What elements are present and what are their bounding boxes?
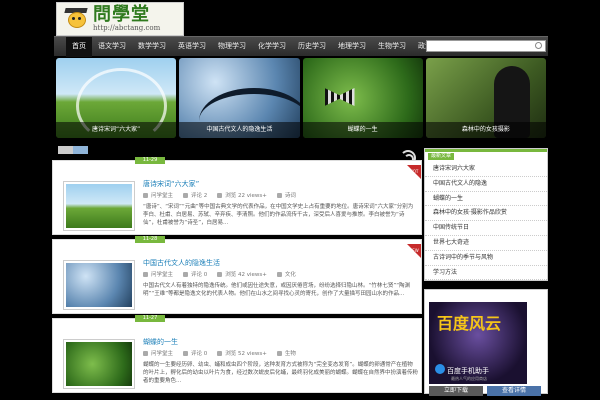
sidebar-link[interactable]: 蝴蝶的一生 — [425, 192, 547, 207]
nav-item-home[interactable]: 首页 — [66, 36, 92, 57]
widget-title: 最新文章 — [428, 153, 455, 160]
details-button[interactable]: 查看详情 — [487, 386, 541, 397]
comment-icon — [183, 271, 189, 277]
post-comments[interactable]: 评论 0 — [191, 270, 207, 278]
post-views: 浏览 52 views+ — [225, 351, 267, 357]
new-badge: NEW — [407, 244, 421, 258]
main-nav: 首页 语文学习 数学学习 英语学习 物理学习 化学学习 历史学习 地理学习 生物… — [54, 36, 548, 57]
comment-icon — [183, 192, 189, 198]
sidebar: 最新文章 唐诗宋词六大家 中国古代文人的隐逸 蝴蝶的一生 森林中的女孩·摄影作品… — [424, 148, 548, 397]
search-input[interactable] — [426, 40, 546, 52]
slide-2[interactable]: 中国古代文人的隐逸生活 — [179, 58, 300, 138]
slider-pager[interactable] — [58, 146, 88, 154]
nav-item-5[interactable]: 化学学习 — [252, 37, 292, 57]
logo-title: 問學堂 — [93, 4, 150, 25]
tag-icon — [276, 271, 282, 277]
post-thumbnail[interactable] — [63, 339, 135, 389]
ad-headline: 百度风云 — [437, 314, 502, 334]
post-excerpt: 蝴蝶的一生要经历卵、幼虫、蛹和成虫四个阶段，这种发育方式被称为“完全变态发育”。… — [143, 362, 419, 384]
post-excerpt: 中国古代文人有着独特的隐逸传统。他们或因仕途失意，或因厌倦官场，纷纷选择归隐山林… — [143, 283, 411, 297]
post-thumbnail[interactable] — [63, 181, 135, 231]
nav-item-3[interactable]: 英语学习 — [172, 37, 212, 57]
comment-icon — [183, 350, 189, 356]
post-card: 11-27 蝴蝶的一生 问学堂主 评论 0 浏览 52 views+ 生物 蝴蝶… — [52, 315, 422, 393]
post-comments[interactable]: 评论 2 — [191, 191, 207, 199]
search-icon[interactable] — [535, 42, 542, 49]
post-author[interactable]: 问学堂主 — [151, 349, 173, 357]
slide-caption: 蝴蝶的一生 — [302, 122, 423, 138]
app-logo-icon — [435, 364, 445, 375]
post-comments[interactable]: 评论 0 — [191, 349, 207, 357]
nav-item-2[interactable]: 数学学习 — [132, 37, 172, 57]
eye-icon — [217, 271, 223, 277]
site-logo[interactable]: 問學堂 http://abctang.com — [56, 2, 184, 36]
slide-4[interactable]: 森林中的女孩摄影 — [425, 58, 546, 138]
user-icon — [143, 350, 148, 356]
post-title[interactable]: 唐诗宋词“六大家” — [143, 179, 199, 189]
slide-3[interactable]: 蝴蝶的一生 — [302, 58, 423, 138]
logo-url: http://abctang.com — [93, 24, 161, 32]
ad-app-name: 百度手机助手 — [447, 367, 489, 376]
butterfly-image — [324, 88, 355, 106]
post-title[interactable]: 中国古代文人的隐逸生活 — [143, 258, 220, 268]
eye-icon — [217, 350, 223, 356]
post-title[interactable]: 蝴蝶的一生 — [143, 337, 178, 347]
slide-caption: 森林中的女孩摄影 — [425, 122, 546, 138]
post-date: 11-28 — [135, 236, 165, 243]
tag-icon — [276, 192, 282, 198]
ad-tagline: 最热人气的应用商店 — [451, 376, 487, 382]
post-author[interactable]: 问学堂主 — [151, 191, 173, 199]
mascot-icon — [63, 6, 89, 32]
nav-item-4[interactable]: 物理学习 — [212, 37, 252, 57]
post-excerpt: “唐诗”、“宋词”“元曲”等中国古典文学的代表作品，在中国文学史上占有重要的地位… — [143, 204, 414, 226]
featured-slider: 唐诗宋词“六大家” 中国古代文人的隐逸生活 蝴蝶的一生 森林中的女孩摄影 — [56, 58, 546, 138]
sidebar-link[interactable]: 中国传统节日 — [425, 221, 547, 236]
user-icon — [143, 271, 148, 277]
tag-icon — [276, 350, 282, 356]
post-tag[interactable]: 生物 — [285, 349, 296, 357]
nav-item-1[interactable]: 语文学习 — [92, 37, 132, 57]
download-button[interactable]: 立即下载 — [429, 386, 483, 397]
sidebar-link[interactable]: 中国古代文人的隐逸 — [425, 177, 547, 192]
post-card: 11-28 NEW 中国古代文人的隐逸生活 问学堂主 评论 0 浏览 42 vi… — [52, 236, 422, 314]
ad-widget: 百度风云 百度手机助手 最热人气的应用商店 立即下载 查看详情 — [424, 289, 548, 397]
nav-item-8[interactable]: 生物学习 — [372, 37, 412, 57]
user-icon — [143, 192, 148, 198]
nav-item-7[interactable]: 地理学习 — [332, 37, 372, 57]
sidebar-link[interactable]: 森林中的女孩·摄影作品欣赏 — [425, 206, 547, 222]
post-meta: 问学堂主 评论 0 浏览 42 views+ 文化 — [143, 270, 296, 278]
slide-caption: 中国古代文人的隐逸生活 — [179, 122, 300, 138]
sidebar-link[interactable]: 世界七大奇迹 — [425, 236, 547, 251]
sidebar-link[interactable]: 古诗词中的季节与风物 — [425, 251, 547, 266]
eye-icon — [217, 192, 223, 198]
post-card: 11-29 HOT 唐诗宋词“六大家” 问学堂主 评论 2 浏览 22 view… — [52, 157, 422, 235]
sidebar-link[interactable]: 学习方法 — [425, 266, 547, 281]
post-views: 浏览 42 views+ — [225, 272, 267, 278]
nav-item-6[interactable]: 历史学习 — [292, 37, 332, 57]
post-tag[interactable]: 文化 — [285, 270, 296, 278]
slide-caption: 唐诗宋词“六大家” — [56, 122, 177, 138]
post-views: 浏览 22 views+ — [225, 193, 267, 199]
slide-1[interactable]: 唐诗宋词“六大家” — [56, 58, 177, 138]
post-date: 11-27 — [135, 315, 165, 322]
post-meta: 问学堂主 评论 0 浏览 52 views+ 生物 — [143, 349, 296, 357]
recent-posts-widget: 最新文章 唐诗宋词六大家 中国古代文人的隐逸 蝴蝶的一生 森林中的女孩·摄影作品… — [424, 148, 548, 282]
post-date: 11-29 — [135, 157, 165, 164]
post-meta: 问学堂主 评论 2 浏览 22 views+ 诗词 — [143, 191, 296, 199]
post-author[interactable]: 问学堂主 — [151, 270, 173, 278]
ad-banner[interactable]: 百度风云 百度手机助手 最热人气的应用商店 — [429, 302, 527, 385]
post-tag[interactable]: 诗词 — [285, 191, 296, 199]
post-thumbnail[interactable] — [63, 260, 135, 310]
sidebar-link[interactable]: 唐诗宋词六大家 — [425, 162, 547, 177]
hot-badge: HOT — [407, 165, 421, 179]
